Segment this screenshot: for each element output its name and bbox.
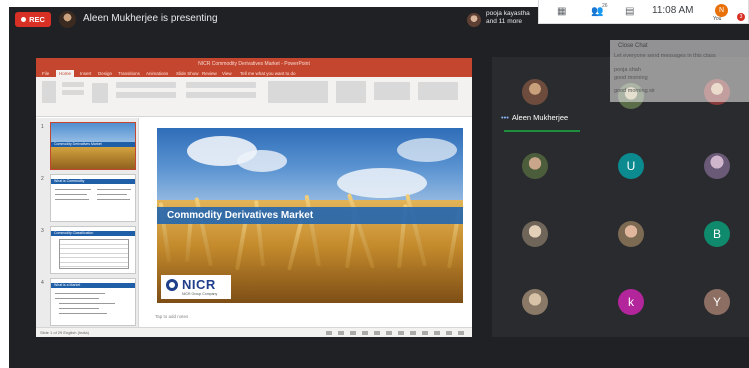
chat-message: good morning sir: [614, 88, 655, 94]
slide-title: Commodity Derivatives Market: [167, 210, 314, 221]
ppt-status-bar: Slide 1 of 29 English (India): [36, 327, 472, 337]
ppt-tab-insert[interactable]: Insert: [80, 70, 91, 77]
slide-thumbnails: 1 Commodity Derivatives Market 2 What is…: [36, 118, 139, 327]
shape-style-controls[interactable]: [374, 82, 410, 100]
thumb-title: What is Commodity: [54, 179, 85, 183]
ppt-tab-slide-show[interactable]: Slide Show: [176, 70, 199, 77]
people-count: 26: [602, 3, 608, 9]
slide-status: Slide 1 of 29 English (India): [40, 330, 89, 335]
recording-badge: REC: [15, 12, 51, 27]
alignment-controls[interactable]: [186, 92, 256, 98]
notes-placeholder[interactable]: Tap to add notes: [155, 314, 188, 319]
logo-text: NICR: [182, 277, 216, 292]
viewer-more: and 11 more: [486, 18, 523, 25]
font-selector[interactable]: [116, 82, 176, 88]
thumb-number: 1: [41, 124, 44, 130]
ppt-tell-me[interactable]: Tell me what you want to do: [240, 70, 296, 77]
meeting-stage: REC Aleen Mukherjee is presenting pooja …: [9, 7, 749, 368]
thumb-number: 3: [41, 228, 44, 234]
thumb-title: Commodity Derivatives Market: [54, 142, 102, 146]
pinned-viewer-names[interactable]: pooja kayastha and 11 more: [486, 10, 546, 26]
ppt-ribbon: [36, 77, 472, 117]
participant-avatar-initial[interactable]: k: [618, 289, 644, 315]
slide-title-band: Commodity Derivatives Market: [157, 207, 463, 224]
slide-thumbnail-3[interactable]: Commodity Classification: [50, 226, 136, 274]
chat-header[interactable]: Close Chat: [618, 43, 648, 49]
shared-screen: NICR Commodity Derivatives Market - Powe…: [36, 58, 472, 337]
pinned-viewer-avatar: [467, 13, 481, 27]
current-slide[interactable]: Commodity Derivatives Market NICR NICR G…: [157, 128, 463, 303]
logo-subtext: NICR Group Company: [182, 292, 218, 296]
ppt-ribbon-tabs: File Home Insert Design Transitions Anim…: [36, 70, 472, 77]
copy-icon[interactable]: [62, 90, 84, 95]
thumb-title: Commodity Classification: [54, 231, 94, 235]
nicr-logo: NICR NICR Group Company: [161, 275, 231, 299]
participant-avatar[interactable]: [704, 153, 730, 179]
editing-controls[interactable]: [418, 82, 458, 100]
captions-icon[interactable]: ▦: [557, 6, 566, 17]
participant-avatar[interactable]: [618, 221, 644, 247]
font-style-buttons[interactable]: [116, 92, 176, 98]
slide-thumbnail-2[interactable]: What is Commodity: [50, 174, 136, 222]
slide-thumbnail-1[interactable]: Commodity Derivatives Market: [50, 122, 136, 170]
shapes-gallery[interactable]: [268, 81, 328, 103]
record-dot-icon: [21, 17, 27, 22]
ppt-tab-home[interactable]: Home: [56, 70, 75, 77]
ppt-tab-view[interactable]: View: [222, 70, 232, 77]
speaking-indicator: [504, 130, 580, 132]
nicr-logo-icon: [166, 279, 178, 291]
thumb-number: 4: [41, 280, 44, 286]
slide-thumbnail-4[interactable]: What is a Market: [50, 278, 136, 326]
participant-avatar[interactable]: [522, 153, 548, 179]
chat-message: good morning: [614, 75, 648, 81]
speaking-dots-icon: •••: [501, 113, 509, 122]
meet-app: REC Aleen Mukherjee is presenting pooja …: [0, 0, 749, 368]
presenter-avatar: [59, 11, 76, 28]
notification-badge: 3: [737, 13, 745, 21]
speaker-name-label: Aleen Mukherjee: [511, 113, 569, 122]
participant-avatar-initial[interactable]: Y: [704, 289, 730, 315]
presenting-status: Aleen Mukherjee is presenting: [83, 13, 218, 24]
participant-avatar[interactable]: [522, 79, 548, 105]
thumb-number: 2: [41, 176, 44, 182]
paragraph-controls[interactable]: [186, 82, 256, 88]
participant-avatar[interactable]: [522, 289, 548, 315]
new-slide-icon[interactable]: [92, 83, 108, 103]
paste-icon[interactable]: [42, 81, 56, 103]
self-label: You: [713, 16, 722, 22]
viewer-name: pooja kayastha: [486, 10, 530, 17]
ppt-tab-review[interactable]: Review: [202, 70, 217, 77]
thumb-title: What is a Market: [54, 283, 81, 287]
ppt-tab-design[interactable]: Design: [98, 70, 112, 77]
chat-icon[interactable]: ▤: [625, 6, 634, 17]
ppt-tab-transitions[interactable]: Transitions: [118, 70, 140, 77]
chat-sender: pooja shah: [614, 67, 641, 73]
ppt-window-title: NICR Commodity Derivatives Market - Powe…: [36, 58, 472, 70]
recording-label: REC: [29, 15, 45, 24]
arrange-icon[interactable]: [336, 81, 366, 103]
participant-avatar-initial[interactable]: B: [704, 221, 730, 247]
participant-avatar[interactable]: [522, 221, 548, 247]
active-speaker-name: ••• Aleen Mukherjee: [501, 113, 568, 122]
ppt-tab-animations[interactable]: Animations: [146, 70, 168, 77]
view-controls[interactable]: [326, 331, 466, 335]
participant-avatar-initial[interactable]: U: [618, 153, 644, 179]
ppt-tab-file[interactable]: File: [42, 70, 49, 77]
chat-message: Let everyone send messages in this class: [614, 53, 716, 59]
clock: 11:08 AM: [652, 5, 694, 16]
chat-popup[interactable]: Close Chat Let everyone send messages in…: [610, 40, 749, 102]
meeting-controls-strip: ▦ 👥 26 ▤ 11:08 AM N You 3: [538, 0, 749, 24]
cut-icon[interactable]: [62, 82, 84, 87]
